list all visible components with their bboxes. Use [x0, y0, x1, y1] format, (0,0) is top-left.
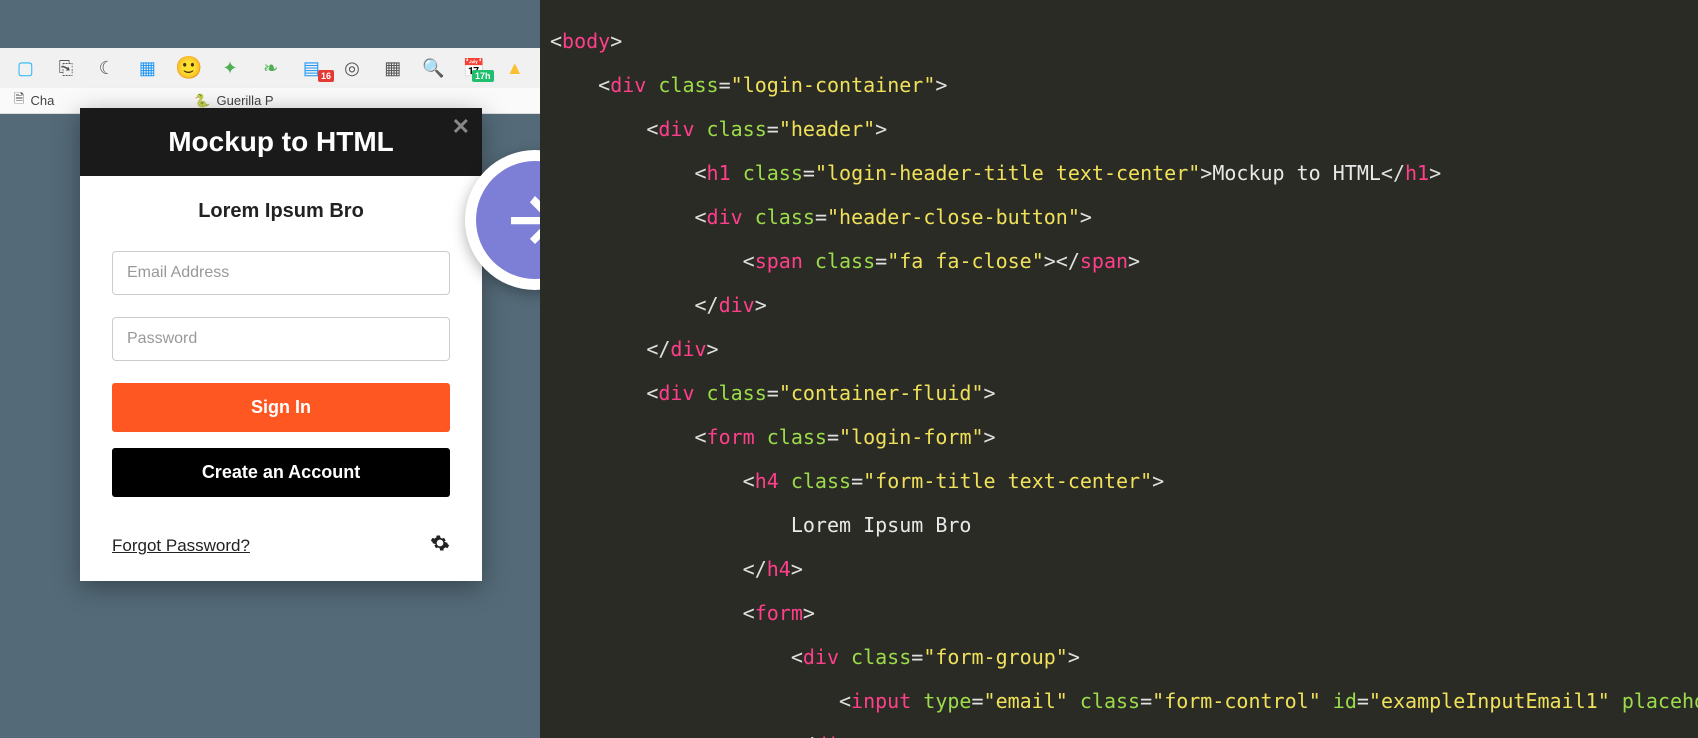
tab-label: Guerilla P — [217, 93, 274, 108]
browser-tab[interactable]: 🐍 Guerilla P — [194, 93, 273, 109]
leaf-icon[interactable]: ❧ — [259, 56, 282, 80]
login-body: Lorem Ipsum Bro Sign In Create an Accoun… — [80, 176, 482, 581]
browser-tab[interactable]: 🗎 Cha — [14, 90, 54, 112]
drive-icon[interactable]: ▲ — [503, 56, 526, 80]
gear-icon[interactable] — [430, 533, 450, 559]
cast-icon[interactable]: ⎘ — [55, 56, 78, 80]
close-icon[interactable]: ✕ — [452, 114, 470, 140]
login-modal: Mockup to HTML ✕ Lorem Ipsum Bro Sign In… — [80, 108, 482, 581]
login-header: Mockup to HTML ✕ — [80, 108, 482, 176]
forgot-password-link[interactable]: Forgot Password? — [112, 536, 250, 556]
search-page-icon[interactable]: 🔍 — [422, 56, 445, 80]
page-icon: 🗎 — [14, 90, 24, 112]
create-account-button[interactable]: Create an Account — [112, 448, 450, 497]
email-field[interactable] — [112, 251, 450, 295]
avatar-icon[interactable]: 🙂 — [177, 56, 201, 80]
password-field[interactable] — [112, 317, 450, 361]
board-icon[interactable]: ▦ — [136, 56, 159, 80]
page-icon: 🐍 — [194, 93, 210, 109]
grid-icon[interactable]: ▦ — [381, 56, 404, 80]
elephant-icon[interactable]: ✦ — [219, 56, 242, 80]
target-icon[interactable]: ◎ — [341, 56, 364, 80]
login-title: Mockup to HTML — [100, 126, 462, 158]
moon-icon[interactable]: ☾ — [95, 56, 118, 80]
badge-17h: 17h — [472, 70, 494, 82]
signin-button[interactable]: Sign In — [112, 383, 450, 432]
code-editor[interactable]: <body> <div class="login-container"> <di… — [540, 0, 1698, 738]
badge-16: 16 — [318, 70, 334, 82]
tab-label: Cha — [30, 93, 54, 108]
file-icon[interactable]: ▢ — [14, 56, 37, 80]
form-subtitle: Lorem Ipsum Bro — [112, 200, 450, 223]
